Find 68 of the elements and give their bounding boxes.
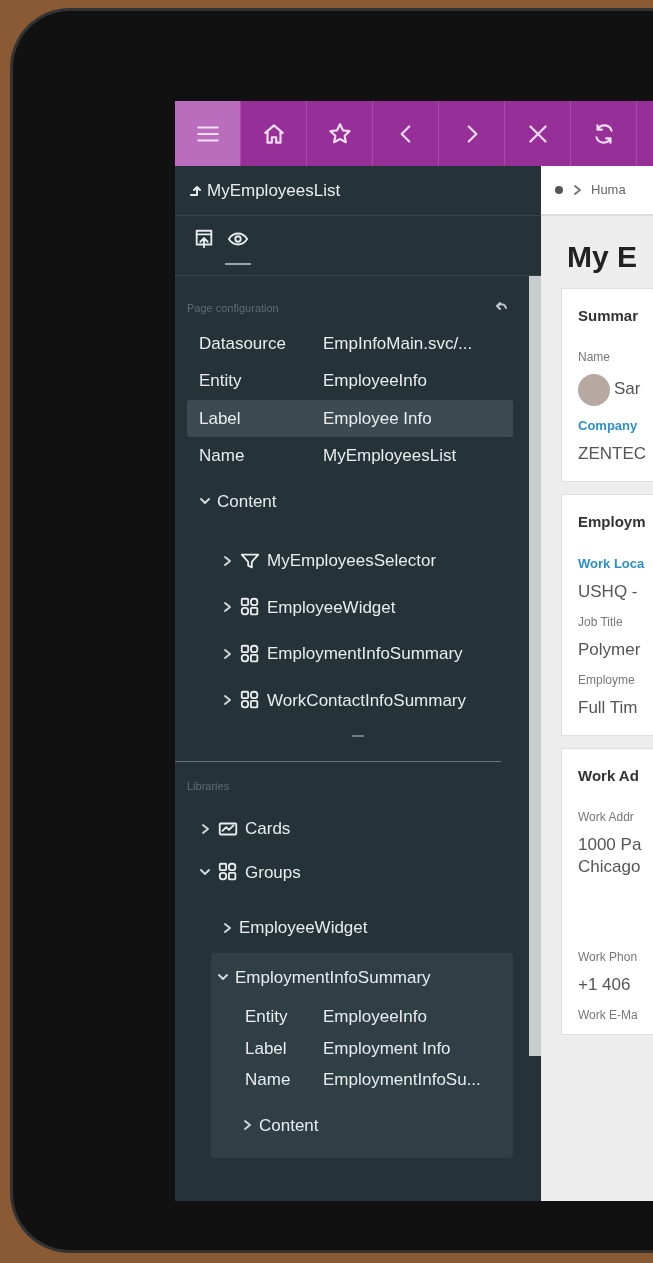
- chevron-right-icon: [241, 1119, 253, 1132]
- field-label: Work Phon: [578, 949, 639, 967]
- field-value: +1 406: [578, 974, 632, 997]
- breadcrumb-link[interactable]: Huma: [591, 180, 626, 200]
- property-row[interactable]: Datasource EmpInfoMain.svc/...: [187, 324, 513, 362]
- card-title: Employm: [578, 512, 647, 533]
- property-label: Label: [245, 1037, 288, 1060]
- tree-item[interactable]: EmployeeWidget: [221, 594, 396, 620]
- return-arrow-icon: [189, 184, 201, 197]
- property-label: Datasource: [199, 332, 287, 355]
- property-label: Name: [199, 445, 246, 467]
- field-label: Employme: [578, 672, 636, 690]
- tree-item[interactable]: EmploymentInfoSummary: [221, 641, 463, 667]
- chevron-right-icon: [221, 647, 233, 660]
- card-title: Summar: [578, 306, 640, 326]
- property-value: Employee Info: [323, 407, 433, 430]
- field-label: Work Loca: [578, 554, 646, 573]
- property-label: Entity: [245, 1006, 289, 1028]
- undo-icon: [495, 300, 507, 312]
- property-value: EmploymentInfoSu...: [323, 1069, 482, 1091]
- field-label: Name: [578, 348, 611, 366]
- tree-item[interactable]: Content: [199, 488, 277, 514]
- field-value: Polymer: [578, 639, 642, 662]
- upload-screen-icon: [193, 227, 215, 250]
- property-label: Entity: [199, 370, 243, 392]
- chevron-right-icon: [221, 554, 233, 567]
- breadcrumb-separator-icon: [571, 184, 583, 196]
- property-label: Name: [245, 1069, 292, 1091]
- group-icon: [239, 642, 261, 665]
- chevron-right-icon: [221, 601, 233, 614]
- chevron-right-icon: [221, 694, 233, 707]
- property-row[interactable]: Name MyEmployeesList: [187, 437, 513, 475]
- card-title: Work Ad: [578, 766, 640, 787]
- property-label: Label: [199, 407, 242, 430]
- section-heading: Page configuration: [187, 301, 279, 316]
- tree-item[interactable]: MyEmployeesSelector: [221, 548, 437, 574]
- more-handle-icon[interactable]: [352, 735, 364, 737]
- field-value: ZENTEC: [578, 443, 647, 465]
- field-label: Work Addr: [578, 808, 635, 826]
- field-label: Company: [578, 416, 639, 435]
- panel-title: MyEmployeesList: [207, 179, 341, 202]
- home-dot-icon[interactable]: [555, 186, 563, 194]
- property-row[interactable]: Label Employee Info: [187, 399, 513, 437]
- tree-item[interactable]: WorkContactInfoSummary: [221, 687, 467, 713]
- field-value: USHQ -: [578, 581, 639, 604]
- tree-item[interactable]: EmploymentInfoSummary: [217, 964, 431, 990]
- property-row[interactable]: Entity EmployeeInfo: [187, 362, 513, 400]
- tree-item[interactable]: Groups: [199, 859, 301, 885]
- selected-group-panel[interactable]: EmploymentInfoSummary Entity EmployeeInfo Label Employment Info Name EmploymentInfoSu... Content: [211, 952, 513, 1158]
- property-value: MyEmployeesList: [323, 445, 458, 467]
- property-value: EmpInfoMain.svc/...: [323, 332, 474, 355]
- person-name: Sar: [614, 378, 641, 401]
- field-value: Full Tim: [578, 697, 639, 720]
- avatar-placeholder: [578, 373, 610, 406]
- field-label: Job Title: [578, 614, 624, 632]
- tree-item[interactable]: Cards: [199, 816, 291, 842]
- field-label: Work E-Ma: [578, 1007, 639, 1025]
- property-value: EmployeeInfo: [323, 1006, 428, 1028]
- section-heading: Libraries: [187, 778, 230, 794]
- chevron-right-icon: [221, 921, 233, 934]
- property-value: Employment Info: [323, 1037, 452, 1060]
- property-value: EmployeeInfo: [323, 370, 428, 392]
- chevron-right-icon: [199, 822, 211, 835]
- page-title: My E: [566, 239, 639, 275]
- scrollbar[interactable]: [529, 276, 541, 1056]
- field-value: 1000 Pa Chicago: [578, 833, 643, 878]
- tree-item[interactable]: EmployeeWidget: [221, 915, 368, 941]
- tree-item[interactable]: Content: [241, 1112, 319, 1138]
